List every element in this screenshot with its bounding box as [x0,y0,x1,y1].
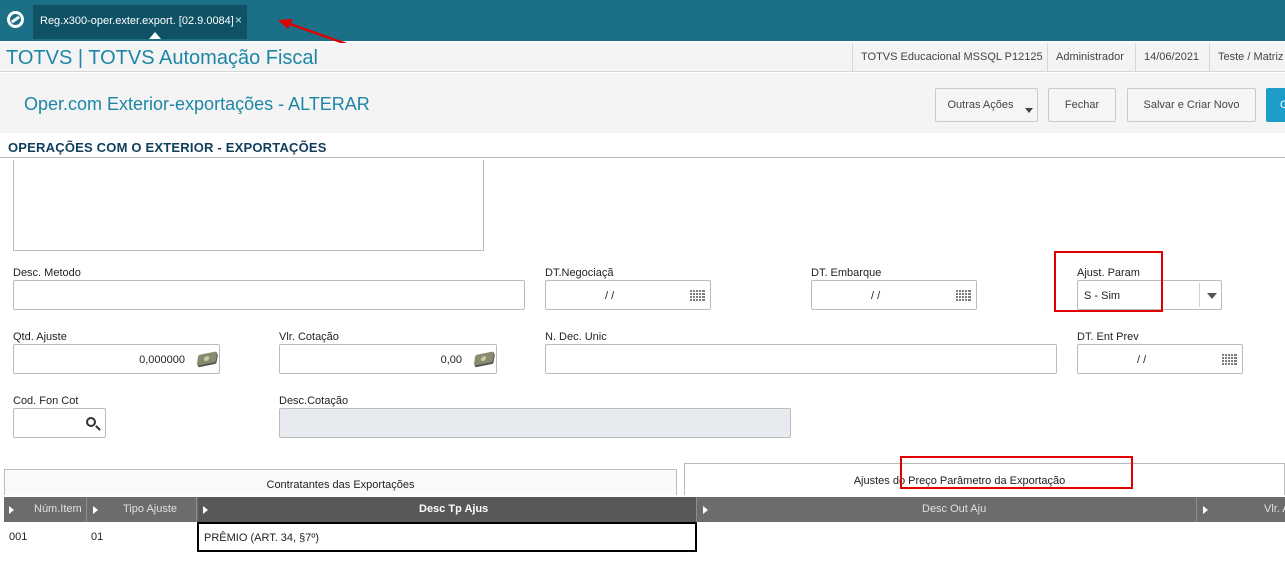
branch-label[interactable]: Teste / Matriz [1209,43,1285,72]
row-marker-icon [9,506,14,514]
n-dec-unic-label: N. Dec. Unic [545,331,607,343]
tab-contratantes-label: Contratantes das Exportações [266,478,415,491]
cod-fon-cot-input[interactable] [13,408,106,438]
column-desc-out-aju-label: Desc Out Aju [922,503,987,515]
table-row[interactable]: 001 01 PRÊMIO (ART. 34, §7º) [4,522,1285,552]
app-bar: TOTVS | TOTVS Automação Fiscal TOTVS Edu… [0,43,1285,72]
close-button-label: Fechar [1064,99,1100,111]
dt-embarque-input[interactable]: / / [811,280,977,310]
column-num-item-label: Núm.Item [34,503,82,515]
cell-desc-tp-ajus[interactable]: PRÊMIO (ART. 34, §7º) [197,522,697,552]
calendar-icon[interactable] [956,290,971,301]
save-and-new-button[interactable]: Salvar e Criar Novo [1127,88,1256,122]
column-tipo-ajuste[interactable]: Tipo Ajuste [88,497,197,522]
column-desc-tp-ajus[interactable]: Desc Tp Ajus [198,497,697,522]
program-tab-label: Reg.x300-oper.exter.export. [02.9.0084] [40,15,234,27]
grid-header: Núm.Item Tipo Ajuste Desc Tp Ajus Desc O… [4,497,1285,522]
page-header: Oper.com Exterior-exportações - ALTERAR … [0,73,1285,133]
cell-desc-tp-ajus-text: PRÊMIO (ART. 34, §7º) [204,532,320,544]
date-label[interactable]: 14/06/2021 [1135,43,1207,72]
qtd-ajuste-value: 0,000000 [139,354,185,366]
dt-negociacao-value: / / [605,290,615,302]
section-divider [0,157,1285,158]
desc-metodo-input[interactable] [13,280,525,310]
confirm-button[interactable]: C [1266,88,1285,122]
tab-contratantes[interactable]: Contratantes das Exportações [4,469,677,495]
highlight-ajust-param [1054,251,1163,312]
environment-label[interactable]: TOTVS Educacional MSSQL P12125 [852,43,1051,72]
dt-negociacao-input[interactable]: / / [545,280,711,310]
column-desc-out-aju[interactable]: Desc Out Aju [698,497,1197,522]
cell-num-item[interactable]: 001 [9,531,27,543]
cod-fon-cot-label: Cod. Fon Cot [13,395,79,407]
dt-embarque-label: DT. Embarque [811,267,882,279]
column-num-item[interactable]: Núm.Item [4,497,87,522]
vlr-cotacao-value: 0,00 [440,354,462,366]
column-vlr-label: Vlr. A [1264,503,1285,515]
user-label[interactable]: Administrador [1047,43,1132,72]
totvs-logo-icon[interactable] [7,11,24,28]
dt-ent-prev-label: DT. Ent Prev [1077,331,1139,343]
cell-tipo-ajuste[interactable]: 01 [91,531,103,543]
qtd-ajuste-input[interactable]: 0,000000 [13,344,220,374]
calendar-icon[interactable] [690,290,705,301]
close-button[interactable]: Fechar [1048,88,1116,122]
calendar-icon[interactable] [1222,354,1237,365]
chevron-down-icon [1025,108,1033,113]
top-bar: Reg.x300-oper.exter.export. [02.9.0084] … [0,0,1285,41]
page-title: Oper.com Exterior-exportações - ALTERAR [24,94,370,114]
memo-field[interactable] [13,160,484,251]
row-marker-icon [203,506,208,514]
save-and-new-label: Salvar e Criar Novo [1143,99,1240,111]
section-title: OPERAÇÕES COM O EXTERIOR - EXPORTAÇÕES [8,140,327,155]
dt-negociacao-label: DT.Negociaçã [545,267,614,279]
more-actions-button[interactable]: Outras Ações [935,88,1038,122]
desc-cotacao-input [279,408,791,438]
desc-metodo-label: Desc. Metodo [13,267,81,279]
search-icon[interactable] [86,417,96,427]
dt-embarque-value: / / [871,290,881,302]
highlight-ajustes-tab [900,456,1133,489]
row-marker-icon [1203,506,1208,514]
vlr-cotacao-input[interactable]: 0,00 [279,344,497,374]
money-icon[interactable] [196,351,218,366]
tab-active-caret-icon [149,32,161,39]
row-marker-icon [703,506,708,514]
select-divider [1199,283,1200,307]
row-marker-icon [93,506,98,514]
confirm-label: C [1280,99,1285,111]
money-icon[interactable] [473,351,495,366]
qtd-ajuste-label: Qtd. Ajuste [13,331,67,343]
chevron-down-icon[interactable] [1207,293,1217,299]
vlr-cotacao-label: Vlr. Cotação [279,331,339,343]
program-tab[interactable]: Reg.x300-oper.exter.export. [02.9.0084] … [33,5,247,39]
column-vlr[interactable]: Vlr. A [1198,497,1285,522]
desc-cotacao-label: Desc.Cotação [279,395,349,407]
dt-ent-prev-value: / / [1137,354,1147,366]
n-dec-unic-input[interactable] [545,344,1057,374]
column-tipo-ajuste-label: Tipo Ajuste [123,503,178,515]
app-title: TOTVS | TOTVS Automação Fiscal [6,47,318,69]
dt-ent-prev-input[interactable]: / / [1077,344,1243,374]
more-actions-label: Outras Ações [947,99,1014,111]
tab-close-icon[interactable]: × [235,13,242,27]
column-desc-tp-ajus-label: Desc Tp Ajus [419,503,489,515]
